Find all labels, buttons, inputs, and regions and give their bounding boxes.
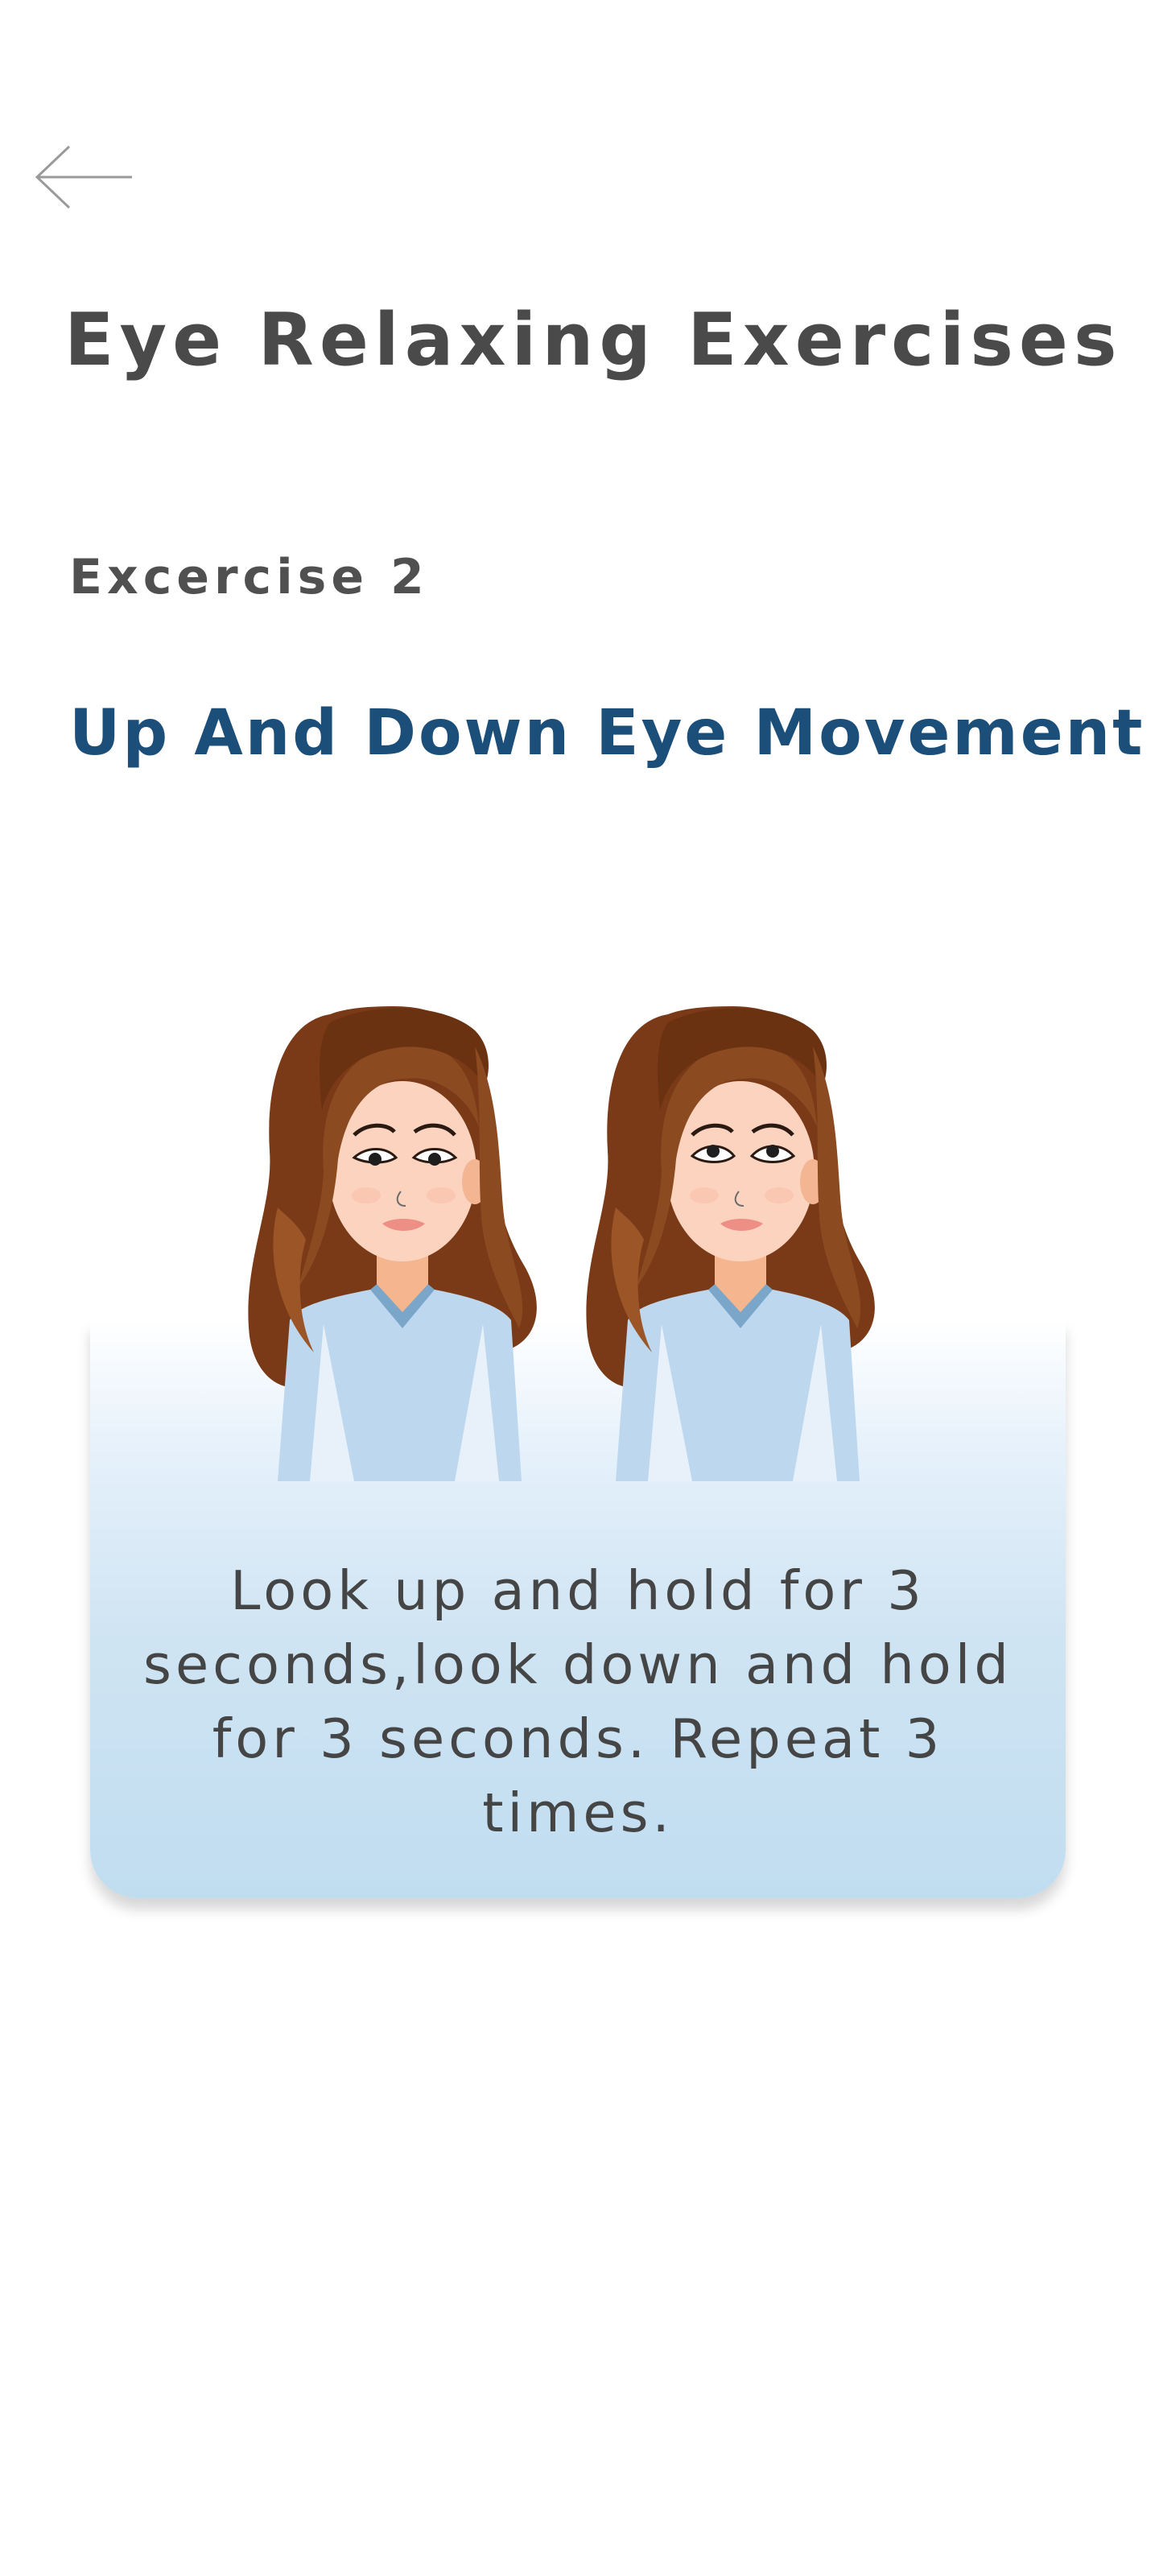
exercise-number-label: Excercise 2	[69, 549, 429, 605]
exercise-name: Up And Down Eye Movement	[69, 697, 1145, 770]
arrow-left-icon	[35, 145, 132, 209]
exercise-illustration	[233, 998, 926, 1505]
exercise-instructions: Look up and hold for 3 seconds,look down…	[143, 1559, 1013, 1844]
woman-looking-up	[586, 1006, 874, 1481]
woman-looking-down	[248, 1006, 536, 1481]
back-button[interactable]	[32, 137, 137, 217]
women-illustration	[233, 998, 926, 1505]
page-title: Eye Relaxing Exercises	[64, 298, 1123, 382]
